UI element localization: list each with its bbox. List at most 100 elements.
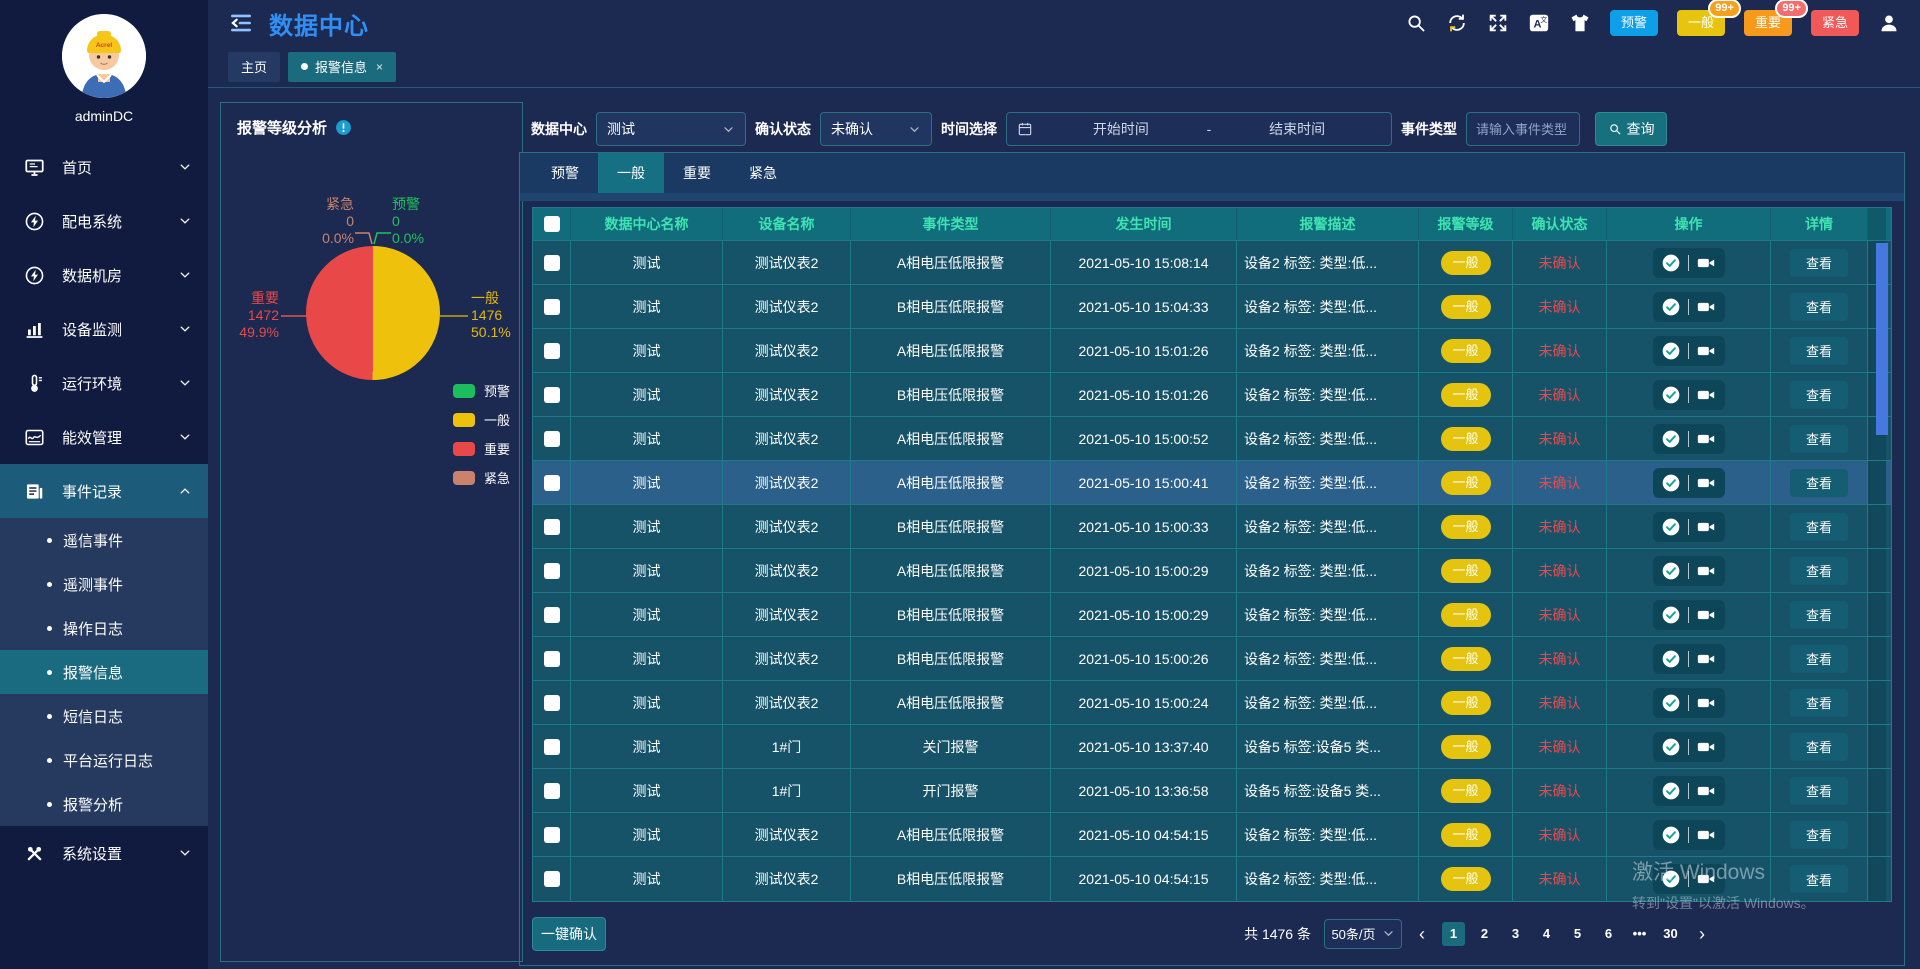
camera-icon[interactable] bbox=[1696, 693, 1716, 713]
camera-icon[interactable] bbox=[1696, 385, 1716, 405]
scrollbar-track-cell[interactable] bbox=[1868, 461, 1886, 504]
sidebar-item-energy[interactable]: 能效管理 bbox=[0, 410, 208, 464]
check-circle-icon[interactable] bbox=[1661, 473, 1681, 493]
view-detail-button[interactable]: 查看 bbox=[1790, 865, 1848, 893]
row-checkbox[interactable] bbox=[544, 651, 560, 667]
camera-icon[interactable] bbox=[1696, 561, 1716, 581]
legend-item[interactable]: 紧急 bbox=[453, 468, 510, 487]
sidebar-subitem-sms-log[interactable]: 短信日志 bbox=[0, 694, 208, 738]
alarm-badge-major[interactable]: 重要99+ bbox=[1744, 10, 1792, 36]
view-detail-button[interactable]: 查看 bbox=[1790, 513, 1848, 541]
nav-tab-home[interactable]: 主页 bbox=[228, 52, 280, 82]
confirm-all-button[interactable]: 一键确认 bbox=[532, 917, 606, 951]
check-circle-icon[interactable] bbox=[1661, 561, 1681, 581]
check-circle-icon[interactable] bbox=[1661, 385, 1681, 405]
page-number-2[interactable]: 2 bbox=[1473, 922, 1496, 946]
start-time-placeholder[interactable]: 开始时间 bbox=[1037, 119, 1205, 139]
page-number-30[interactable]: 30 bbox=[1659, 922, 1682, 946]
view-detail-button[interactable]: 查看 bbox=[1790, 293, 1848, 321]
camera-icon[interactable] bbox=[1696, 605, 1716, 625]
legend-item[interactable]: 一般 bbox=[453, 410, 510, 429]
scrollbar-track-cell[interactable] bbox=[1868, 549, 1886, 592]
view-detail-button[interactable]: 查看 bbox=[1790, 469, 1848, 497]
view-detail-button[interactable]: 查看 bbox=[1790, 337, 1848, 365]
check-circle-icon[interactable] bbox=[1661, 781, 1681, 801]
check-circle-icon[interactable] bbox=[1661, 869, 1681, 889]
camera-icon[interactable] bbox=[1696, 341, 1716, 361]
alarm-tab-紧急[interactable]: 紧急 bbox=[730, 153, 796, 193]
alarm-badge-warning[interactable]: 预警 bbox=[1610, 10, 1658, 36]
row-checkbox[interactable] bbox=[544, 431, 560, 447]
user-icon[interactable] bbox=[1878, 12, 1900, 34]
sidebar-subitem-alarm-analysis[interactable]: 报警分析 bbox=[0, 782, 208, 826]
horizontal-scrollbar[interactable] bbox=[520, 193, 1904, 201]
menu-collapse-icon[interactable] bbox=[228, 10, 254, 36]
sidebar-item-environment[interactable]: 运行环境 bbox=[0, 356, 208, 410]
avatar[interactable]: Acrel bbox=[62, 14, 146, 98]
sidebar-subitem-platform-log[interactable]: 平台运行日志 bbox=[0, 738, 208, 782]
nav-tab-alarm-info[interactable]: 报警信息× bbox=[288, 52, 396, 82]
legend-item[interactable]: 重要 bbox=[453, 439, 510, 458]
page-ellipsis[interactable]: ••• bbox=[1628, 922, 1651, 946]
check-circle-icon[interactable] bbox=[1661, 297, 1681, 317]
page-number-6[interactable]: 6 bbox=[1597, 922, 1620, 946]
theme-icon[interactable] bbox=[1569, 12, 1591, 34]
row-checkbox[interactable] bbox=[544, 475, 560, 491]
sidebar-subitem-operation-log[interactable]: 操作日志 bbox=[0, 606, 208, 650]
page-number-1[interactable]: 1 bbox=[1442, 922, 1465, 946]
row-checkbox[interactable] bbox=[544, 563, 560, 579]
page-number-5[interactable]: 5 bbox=[1566, 922, 1589, 946]
page-number-4[interactable]: 4 bbox=[1535, 922, 1558, 946]
alarm-badge-normal[interactable]: 一般99+ bbox=[1677, 10, 1725, 36]
legend-item[interactable]: 预警 bbox=[453, 381, 510, 400]
alarm-tab-重要[interactable]: 重要 bbox=[664, 153, 730, 193]
event-type-input[interactable] bbox=[1466, 112, 1580, 146]
sidebar-subitem-alarm-info[interactable]: 报警信息 bbox=[0, 650, 208, 694]
check-circle-icon[interactable] bbox=[1661, 517, 1681, 537]
refresh-icon[interactable] bbox=[1446, 12, 1468, 34]
check-circle-icon[interactable] bbox=[1661, 341, 1681, 361]
row-checkbox[interactable] bbox=[544, 607, 560, 623]
view-detail-button[interactable]: 查看 bbox=[1790, 381, 1848, 409]
pie-circle[interactable] bbox=[306, 246, 440, 380]
sidebar-item-system-settings[interactable]: 系统设置 bbox=[0, 826, 208, 880]
row-checkbox[interactable] bbox=[544, 519, 560, 535]
row-checkbox[interactable] bbox=[544, 695, 560, 711]
row-checkbox[interactable] bbox=[544, 343, 560, 359]
check-circle-icon[interactable] bbox=[1661, 693, 1681, 713]
data-center-select[interactable]: 测试 bbox=[596, 112, 746, 146]
close-icon[interactable]: × bbox=[376, 60, 383, 74]
page-number-3[interactable]: 3 bbox=[1504, 922, 1527, 946]
view-detail-button[interactable]: 查看 bbox=[1790, 601, 1848, 629]
scrollbar-track-cell[interactable] bbox=[1868, 593, 1886, 636]
check-circle-icon[interactable] bbox=[1661, 737, 1681, 757]
sidebar-item-home[interactable]: 首页 bbox=[0, 140, 208, 194]
view-detail-button[interactable]: 查看 bbox=[1790, 777, 1848, 805]
date-range-picker[interactable]: 开始时间 - 结束时间 bbox=[1006, 112, 1392, 146]
scrollbar-track-cell[interactable] bbox=[1868, 681, 1886, 724]
check-circle-icon[interactable] bbox=[1661, 429, 1681, 449]
sidebar-item-event-records[interactable]: 事件记录 bbox=[0, 464, 208, 518]
scrollbar-track-cell[interactable] bbox=[1868, 505, 1886, 548]
scrollbar-track-cell[interactable] bbox=[1868, 813, 1886, 856]
check-circle-icon[interactable] bbox=[1661, 605, 1681, 625]
scrollbar-track-cell[interactable] bbox=[1868, 769, 1886, 812]
query-button[interactable]: 查询 bbox=[1595, 112, 1667, 146]
camera-icon[interactable] bbox=[1696, 649, 1716, 669]
scrollbar-track-cell[interactable] bbox=[1868, 857, 1886, 901]
sidebar-item-power-distribution[interactable]: 配电系统 bbox=[0, 194, 208, 248]
info-icon[interactable] bbox=[335, 119, 352, 136]
view-detail-button[interactable]: 查看 bbox=[1790, 689, 1848, 717]
row-checkbox[interactable] bbox=[544, 871, 560, 887]
translate-icon[interactable]: A文 bbox=[1528, 12, 1550, 34]
sidebar-subitem-telesignal-events[interactable]: 遥信事件 bbox=[0, 518, 208, 562]
check-circle-icon[interactable] bbox=[1661, 825, 1681, 845]
camera-icon[interactable] bbox=[1696, 297, 1716, 317]
view-detail-button[interactable]: 查看 bbox=[1790, 733, 1848, 761]
scrollbar-track-cell[interactable] bbox=[1868, 725, 1886, 768]
check-circle-icon[interactable] bbox=[1661, 253, 1681, 273]
row-checkbox[interactable] bbox=[544, 827, 560, 843]
view-detail-button[interactable]: 查看 bbox=[1790, 249, 1848, 277]
page-size-select[interactable]: 50条/页 bbox=[1324, 919, 1402, 949]
camera-icon[interactable] bbox=[1696, 825, 1716, 845]
